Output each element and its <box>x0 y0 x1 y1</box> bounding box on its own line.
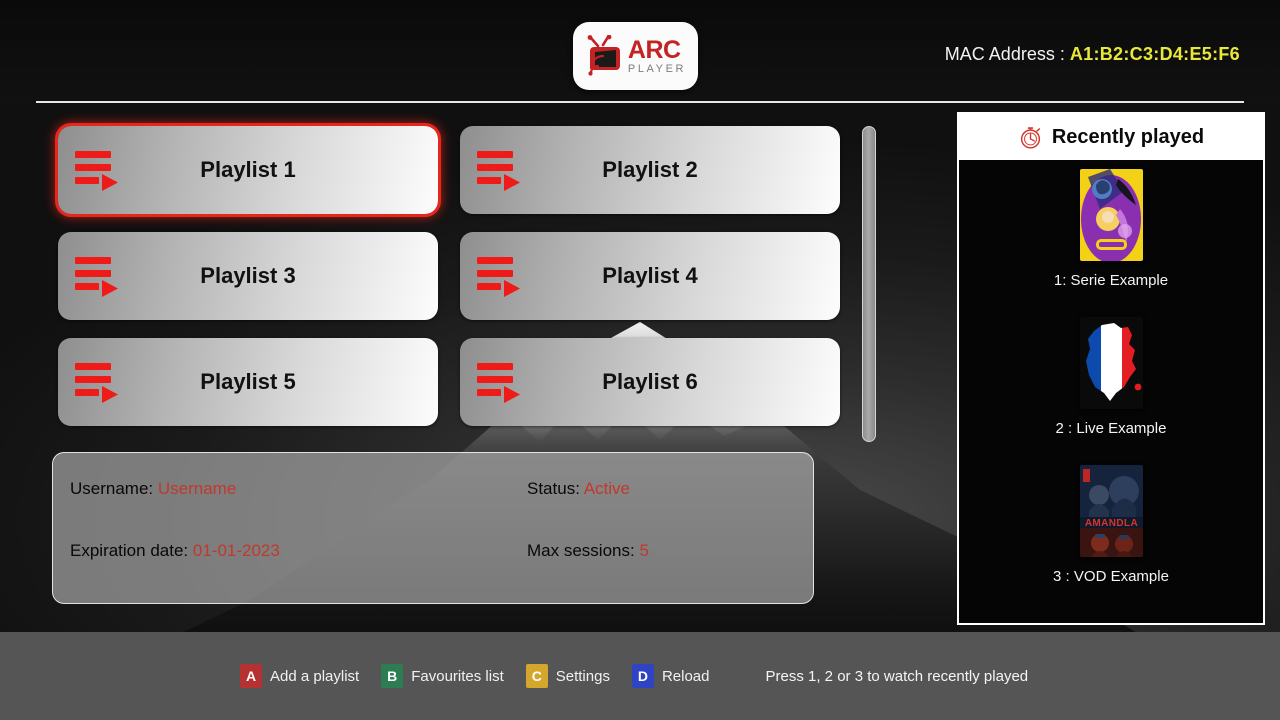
recently-played-item-2[interactable]: 2 : Live Example <box>959 317 1263 465</box>
playlist-button-5[interactable]: Playlist 5 <box>58 338 438 426</box>
playlist-play-icon <box>75 257 118 297</box>
footer-bar: A Add a playlist B Favourites list C Settings… <box>0 632 1280 720</box>
logo-brand-secondary: PLAYER <box>627 62 687 75</box>
footer-key-badge: D <box>631 664 654 688</box>
recently-played-label: 2 : Live Example <box>1055 420 1167 437</box>
playlist-play-icon <box>477 257 520 297</box>
svg-text:AMANDLA: AMANDLA <box>1084 518 1137 529</box>
mac-address: MAC Address : A1:B2:C3:D4:E5:F6 <box>945 44 1240 65</box>
account-info-row: Username: Username Status: Active <box>53 479 813 541</box>
header-divider <box>36 101 1244 103</box>
recently-played-header: Recently played <box>959 114 1263 160</box>
footer-key-label: Reload <box>661 667 710 685</box>
footer-shortcuts: A Add a playlist B Favourites list C Settings… <box>240 664 1028 688</box>
username-value: Username <box>157 479 237 498</box>
status-label: Status: <box>527 479 580 498</box>
max-sessions-field: Max sessions: 5 <box>527 541 649 561</box>
footer-hint-text: Press 1, 2 or 3 to watch recently played <box>765 667 1029 685</box>
mac-address-label: MAC Address : <box>944 44 1065 64</box>
recently-played-thumbnail[interactable] <box>1079 169 1143 261</box>
recently-played-item-3[interactable]: AMANDLA 3 : VOD Example <box>959 465 1263 613</box>
footer-shortcut-b[interactable]: B Favourites list <box>381 664 504 688</box>
username-field: Username: Username <box>53 479 527 499</box>
footer-key-label: Favourites list <box>411 667 504 685</box>
account-info-row: Expiration date: 01-01-2023 Max sessions… <box>53 541 813 603</box>
playlist-label: Playlist 5 <box>200 369 296 394</box>
playlist-button-6[interactable]: Playlist 6 <box>460 338 840 426</box>
playlist-play-icon <box>477 151 520 191</box>
max-sessions-value: 5 <box>639 541 649 560</box>
recently-played-label: 1: Serie Example <box>1053 272 1169 289</box>
max-sessions-label: Max sessions: <box>527 541 635 560</box>
playlist-button-4[interactable]: Playlist 4 <box>460 232 840 320</box>
expiration-date-value: 01-01-2023 <box>192 541 280 560</box>
mac-address-value: A1:B2:C3:D4:E5:F6 <box>1069 44 1240 64</box>
recently-played-thumbnail[interactable] <box>1079 317 1143 409</box>
recently-played-label: 3 : VOD Example <box>1053 568 1169 585</box>
footer-key-badge: B <box>381 664 404 688</box>
france-flag-map-thumbnail <box>1079 317 1143 409</box>
header-bar: ARC PLAYER MAC Address : A1:B2:C3:D4:E5:… <box>0 0 1280 102</box>
amandla-poster-thumbnail: AMANDLA <box>1079 465 1143 557</box>
playlist-button-1[interactable]: Playlist 1 <box>55 123 441 217</box>
recently-played-title: Recently played <box>1051 125 1205 148</box>
footer-shortcut-c[interactable]: C Settings <box>525 664 610 688</box>
stopwatch-icon <box>1020 126 1040 149</box>
logo-brand-primary: ARC <box>627 35 681 64</box>
recently-played-list: 1: Serie Example 2 : Live Example AMANDL… <box>959 160 1263 623</box>
tv-antenna-wifi-icon <box>587 35 620 76</box>
playlist-grid: Playlist 1 Playlist 2 Playlist 3 Playlis… <box>55 123 840 426</box>
account-info-panel: Username: Username Status: Active Expira… <box>52 452 814 604</box>
recently-played-thumbnail[interactable]: AMANDLA <box>1079 465 1143 557</box>
footer-shortcut-d[interactable]: D Reload <box>631 664 710 688</box>
playlist-play-icon <box>477 363 520 403</box>
playlist-button-2[interactable]: Playlist 2 <box>460 126 840 214</box>
tangled-poster-thumbnail <box>1079 169 1143 261</box>
footer-key-label: Add a playlist <box>270 667 360 685</box>
status-value: Active <box>583 479 631 498</box>
expiration-date-label: Expiration date: <box>70 541 189 560</box>
username-label: Username: <box>70 479 154 498</box>
expiration-date-field: Expiration date: 01-01-2023 <box>53 541 527 561</box>
footer-key-badge: C <box>525 664 548 688</box>
footer-key-badge: A <box>240 664 262 688</box>
playlist-scrollbar-thumb[interactable] <box>862 126 876 442</box>
playlist-label: Playlist 4 <box>602 263 698 288</box>
playlist-play-icon <box>75 363 118 403</box>
playlist-play-icon <box>75 151 118 191</box>
playlist-label: Playlist 2 <box>602 157 698 182</box>
playlist-scrollbar[interactable] <box>862 126 876 442</box>
footer-key-label: Settings <box>555 667 610 685</box>
app-logo: ARC PLAYER <box>573 22 698 90</box>
recently-played-panel: Recently played 1: Serie Example 2: Liv… <box>957 112 1265 625</box>
playlist-label: Playlist 6 <box>602 369 698 394</box>
footer-shortcut-a[interactable]: A Add a playlist <box>240 664 359 688</box>
recently-played-item-1[interactable]: 1: Serie Example <box>959 169 1263 317</box>
playlist-label: Playlist 1 <box>200 157 296 182</box>
playlist-button-3[interactable]: Playlist 3 <box>58 232 438 320</box>
status-field: Status: Active <box>527 479 630 499</box>
playlist-label: Playlist 3 <box>200 263 296 288</box>
arc-player-home-screen: ARC PLAYER MAC Address : A1:B2:C3:D4:E5:… <box>0 0 1280 720</box>
